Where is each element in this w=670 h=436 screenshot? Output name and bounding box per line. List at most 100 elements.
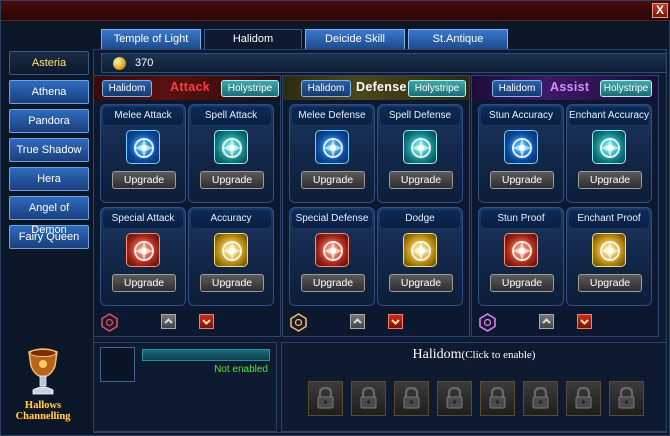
padlock-icon[interactable] bbox=[609, 381, 644, 416]
stat-card-label: Spell Attack bbox=[191, 107, 271, 125]
sidebar-item-hera[interactable]: Hera bbox=[9, 167, 89, 191]
panel-emblem-icon bbox=[478, 313, 497, 332]
sidebar-item-pandora[interactable]: Pandora bbox=[9, 109, 89, 133]
chalice-icon bbox=[25, 346, 61, 398]
padlock-icon[interactable] bbox=[394, 381, 429, 416]
arrow-down-icon[interactable] bbox=[577, 314, 592, 329]
stat-card: Stun Proof Upgrade bbox=[478, 207, 564, 306]
sidebar-item-athena[interactable]: Athena bbox=[9, 80, 89, 104]
arrow-up-icon[interactable] bbox=[350, 314, 365, 329]
sidebar-item-asteria[interactable]: Asteria bbox=[9, 51, 89, 75]
red-rune-icon bbox=[504, 233, 538, 267]
upgrade-button[interactable]: Upgrade bbox=[490, 274, 554, 292]
stat-card: Special Defense Upgrade bbox=[289, 207, 375, 306]
padlock-icon[interactable] bbox=[308, 381, 343, 416]
halidom-enable-panel[interactable]: Halidom(Click to enable) bbox=[281, 342, 667, 432]
padlock-icon[interactable] bbox=[523, 381, 558, 416]
red-rune-icon bbox=[126, 233, 160, 267]
halidom-button[interactable]: Halidom bbox=[102, 80, 152, 97]
stat-card-label: Special Defense bbox=[292, 210, 372, 228]
panel-footer bbox=[283, 312, 469, 334]
status-text: Not enabled bbox=[214, 364, 268, 375]
stat-card-label: Spell Defense bbox=[380, 107, 460, 125]
panel-title: Defense bbox=[356, 80, 407, 94]
hallows-channelling-label: Hallows Channelling bbox=[7, 400, 79, 422]
halidom-title-text: Halidom bbox=[412, 347, 462, 362]
teal-rune-icon bbox=[403, 130, 437, 164]
halidom-enable-title[interactable]: Halidom(Click to enable) bbox=[282, 347, 666, 363]
upgrade-button[interactable]: Upgrade bbox=[112, 171, 176, 189]
hallows-label-line1: Hallows bbox=[24, 400, 62, 411]
tab-st-antique[interactable]: St.Antique bbox=[408, 29, 508, 49]
holystripe-button[interactable]: Holystripe bbox=[221, 80, 279, 97]
empty-item-slot[interactable] bbox=[100, 347, 135, 382]
stat-card: Special Attack Upgrade bbox=[100, 207, 186, 306]
stat-card-label: Stun Accuracy bbox=[481, 107, 561, 125]
stat-card-label: Special Attack bbox=[103, 210, 183, 228]
panel-assist: Halidom Assist Holystripe Stun Accuracy Upgr… bbox=[471, 75, 659, 337]
stat-card: Accuracy Upgrade bbox=[188, 207, 274, 306]
stat-card: Dodge Upgrade bbox=[377, 207, 463, 306]
hallows-channelling[interactable]: Hallows Channelling bbox=[7, 346, 79, 432]
stat-card: Spell Attack Upgrade bbox=[188, 104, 274, 203]
halidom-subtitle-text: (Click to enable) bbox=[461, 349, 536, 361]
teal-rune-icon bbox=[214, 130, 248, 164]
panel-attack: Halidom Attack Holystripe Melee Attack Upgra… bbox=[93, 75, 281, 337]
upgrade-button[interactable]: Upgrade bbox=[301, 171, 365, 189]
sidebar: Asteria Athena Pandora True Shadow Hera … bbox=[9, 51, 93, 254]
sidebar-item-angel-of-demon[interactable]: Angel of Demon bbox=[9, 196, 89, 236]
upgrade-button[interactable]: Upgrade bbox=[578, 171, 642, 189]
tab-temple-of-light[interactable]: Temple of Light bbox=[101, 29, 201, 49]
stat-card-label: Accuracy bbox=[191, 210, 271, 228]
title-bar[interactable]: X bbox=[1, 1, 670, 21]
stat-card-label: Melee Defense bbox=[292, 107, 372, 125]
stat-card: Spell Defense Upgrade bbox=[377, 104, 463, 203]
sidebar-item-fairy-queen[interactable]: Fairy Queen bbox=[9, 225, 89, 249]
upgrade-button[interactable]: Upgrade bbox=[389, 171, 453, 189]
upgrade-button[interactable]: Upgrade bbox=[301, 274, 365, 292]
arrow-down-icon[interactable] bbox=[388, 314, 403, 329]
gold-rune-icon bbox=[403, 233, 437, 267]
currency-value: 370 bbox=[135, 57, 154, 69]
tab-halidom[interactable]: Halidom bbox=[204, 29, 302, 49]
padlock-icon[interactable] bbox=[437, 381, 472, 416]
sidebar-item-true-shadow[interactable]: True Shadow bbox=[9, 138, 89, 162]
blue-rune-icon bbox=[315, 130, 349, 164]
upgrade-button[interactable]: Upgrade bbox=[112, 274, 176, 292]
upgrade-button[interactable]: Upgrade bbox=[200, 171, 264, 189]
red-rune-icon bbox=[315, 233, 349, 267]
stat-card-label: Enchant Accuracy bbox=[569, 107, 649, 125]
panel-header: Halidom Attack Holystripe bbox=[94, 76, 280, 100]
arrow-up-icon[interactable] bbox=[539, 314, 554, 329]
close-button[interactable]: X bbox=[652, 3, 668, 18]
panel-footer bbox=[94, 312, 280, 334]
panel-emblem-icon bbox=[289, 313, 308, 332]
halidom-window: X Temple of Light Halidom Deicide Skill … bbox=[0, 0, 670, 436]
stat-card: Enchant Proof Upgrade bbox=[566, 207, 652, 306]
stat-card-label: Stun Proof bbox=[481, 210, 561, 228]
holystripe-button[interactable]: Holystripe bbox=[600, 80, 652, 97]
stat-card-label: Melee Attack bbox=[103, 107, 183, 125]
halidom-button[interactable]: Halidom bbox=[492, 80, 542, 97]
upgrade-button[interactable]: Upgrade bbox=[200, 274, 264, 292]
panel-defense: Halidom Defense Holystripe Melee Defense Upg… bbox=[282, 75, 470, 337]
padlock-icon[interactable] bbox=[351, 381, 386, 416]
arrow-up-icon[interactable] bbox=[161, 314, 176, 329]
padlock-icon[interactable] bbox=[566, 381, 601, 416]
progress-bar bbox=[142, 349, 270, 361]
panel-footer bbox=[472, 312, 658, 334]
upgrade-button[interactable]: Upgrade bbox=[578, 274, 642, 292]
stat-card: Stun Accuracy Upgrade bbox=[478, 104, 564, 203]
arrow-down-icon[interactable] bbox=[199, 314, 214, 329]
halidom-button[interactable]: Halidom bbox=[301, 80, 351, 97]
padlock-icon[interactable] bbox=[480, 381, 515, 416]
gold-rune-icon bbox=[214, 233, 248, 267]
currency-bar: 370 bbox=[101, 53, 667, 73]
upgrade-button[interactable]: Upgrade bbox=[490, 171, 554, 189]
holystripe-button[interactable]: Holystripe bbox=[408, 80, 466, 97]
stat-card: Melee Attack Upgrade bbox=[100, 104, 186, 203]
tab-deicide-skill[interactable]: Deicide Skill bbox=[305, 29, 405, 49]
panel-header: Halidom Assist Holystripe bbox=[472, 76, 658, 100]
stat-card-label: Enchant Proof bbox=[569, 210, 649, 228]
upgrade-button[interactable]: Upgrade bbox=[389, 274, 453, 292]
